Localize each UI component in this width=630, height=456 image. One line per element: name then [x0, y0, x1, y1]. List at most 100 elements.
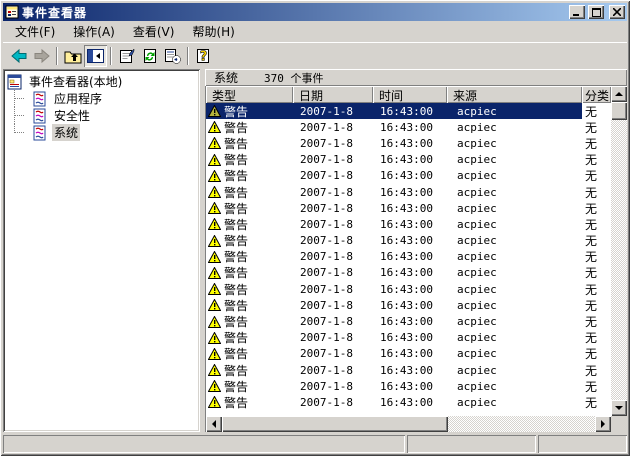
cell-type: 警告 [206, 265, 293, 281]
triangle-up-icon [615, 92, 623, 96]
cell-category: 无 [582, 362, 611, 378]
cell-category: 无 [582, 249, 611, 265]
sidebar-item-root[interactable]: 事件查看器(本地) [7, 73, 198, 90]
table-row[interactable]: 警告 2007-1-8 16:43:00 acpiec 无 [206, 346, 611, 362]
cell-date: 2007-1-8 [293, 313, 373, 329]
cell-time: 16:43:00 [373, 103, 447, 119]
cell-time: 16:43:00 [373, 378, 447, 394]
table-row[interactable]: 警告 2007-1-8 16:43:00 acpiec 无 [206, 330, 611, 346]
table-row[interactable]: 警告 2007-1-8 16:43:00 acpiec 无 [206, 135, 611, 151]
cell-category: 无 [582, 313, 611, 329]
warning-icon [208, 283, 221, 295]
event-rows: 警告 2007-1-8 16:43:00 acpiec 无 警告 2007-1-… [206, 103, 611, 411]
cell-category: 无 [582, 119, 611, 135]
console-root-icon [7, 74, 23, 90]
table-row[interactable]: 警告 2007-1-8 16:43:00 acpiec 无 [206, 184, 611, 200]
cell-type-label: 警告 [224, 378, 248, 394]
cell-type-label: 警告 [224, 103, 248, 119]
table-row[interactable]: 警告 2007-1-8 16:43:00 acpiec 无 [206, 216, 611, 232]
cell-category: 无 [582, 103, 611, 119]
cell-category: 无 [582, 346, 611, 362]
scroll-down-button[interactable] [611, 400, 627, 416]
export-list-icon [164, 48, 181, 64]
table-row[interactable]: 警告 2007-1-8 16:43:00 acpiec 无 [206, 265, 611, 281]
table-row[interactable]: 警告 2007-1-8 16:43:00 acpiec 无 [206, 152, 611, 168]
warning-icon [208, 105, 221, 117]
event-viewer-icon [5, 5, 19, 19]
table-row[interactable]: 警告 2007-1-8 16:43:00 acpiec 无 [206, 168, 611, 184]
table-row[interactable]: 警告 2007-1-8 16:43:00 acpiec 无 [206, 249, 611, 265]
scroll-right-button[interactable] [595, 416, 611, 432]
cell-type: 警告 [206, 216, 293, 232]
cell-source: acpiec [447, 216, 582, 232]
cell-type: 警告 [206, 152, 293, 168]
sidebar-item-system[interactable]: 系统 [7, 124, 198, 141]
show-hide-console-tree-button[interactable] [84, 45, 107, 67]
help-icon: ? [196, 48, 212, 64]
column-header-category[interactable]: 分类 [582, 86, 611, 103]
cell-time: 16:43:00 [373, 265, 447, 281]
cell-source: acpiec [447, 152, 582, 168]
column-header-time[interactable]: 时间 [373, 86, 447, 103]
sidebar-item-application[interactable]: 应用程序 [7, 90, 198, 107]
cell-type: 警告 [206, 346, 293, 362]
menu-action[interactable]: 操作(A) [65, 21, 123, 42]
cell-type-label: 警告 [224, 119, 248, 135]
column-header-source[interactable]: 来源 [447, 86, 582, 103]
column-header-type[interactable]: 类型 [206, 86, 293, 103]
column-header-date[interactable]: 日期 [293, 86, 373, 103]
cell-category: 无 [582, 184, 611, 200]
back-button[interactable] [7, 45, 30, 67]
export-list-button[interactable] [161, 45, 184, 67]
titlebar[interactable]: 事件查看器 [3, 3, 627, 21]
warning-icon [208, 316, 221, 328]
table-row[interactable]: 警告 2007-1-8 16:43:00 acpiec 无 [206, 362, 611, 378]
event-log-icon [32, 91, 48, 107]
warning-icon [208, 396, 221, 408]
cell-category: 无 [582, 281, 611, 297]
vertical-scrollbar[interactable] [611, 86, 627, 416]
maximize-button[interactable] [588, 5, 604, 19]
table-row[interactable]: 警告 2007-1-8 16:43:00 acpiec 无 [206, 103, 611, 119]
cell-type: 警告 [206, 394, 293, 410]
menu-file[interactable]: 文件(F) [7, 21, 63, 42]
cell-date: 2007-1-8 [293, 103, 373, 119]
up-level-button[interactable] [61, 45, 84, 67]
warning-icon [208, 364, 221, 376]
status-pane [407, 435, 536, 453]
refresh-button[interactable] [138, 45, 161, 67]
horizontal-scrollbar[interactable] [206, 416, 611, 432]
table-row[interactable]: 警告 2007-1-8 16:43:00 acpiec 无 [206, 378, 611, 394]
cell-type-label: 警告 [224, 297, 248, 313]
scroll-left-button[interactable] [206, 416, 222, 432]
warning-icon [208, 380, 221, 392]
forward-button [30, 45, 53, 67]
sidebar-item-security[interactable]: 安全性 [7, 107, 198, 124]
scroll-up-button[interactable] [611, 86, 627, 102]
table-row[interactable]: 警告 2007-1-8 16:43:00 acpiec 无 [206, 394, 611, 410]
cell-type: 警告 [206, 135, 293, 151]
status-pane [3, 435, 405, 453]
warning-icon [208, 121, 221, 133]
cell-time: 16:43:00 [373, 168, 447, 184]
help-button[interactable]: ? [192, 45, 215, 67]
vertical-scroll-thumb[interactable] [611, 102, 627, 120]
menu-view[interactable]: 查看(V) [125, 21, 183, 42]
table-row[interactable]: 警告 2007-1-8 16:43:00 acpiec 无 [206, 281, 611, 297]
cell-date: 2007-1-8 [293, 200, 373, 216]
properties-button[interactable] [115, 45, 138, 67]
cell-time: 16:43:00 [373, 313, 447, 329]
horizontal-scroll-thumb[interactable] [222, 416, 448, 432]
menu-help[interactable]: 帮助(H) [184, 21, 242, 42]
table-row[interactable]: 警告 2007-1-8 16:43:00 acpiec 无 [206, 313, 611, 329]
cell-type-label: 警告 [224, 313, 248, 329]
table-row[interactable]: 警告 2007-1-8 16:43:00 acpiec 无 [206, 200, 611, 216]
table-row[interactable]: 警告 2007-1-8 16:43:00 acpiec 无 [206, 119, 611, 135]
table-row[interactable]: 警告 2007-1-8 16:43:00 acpiec 无 [206, 297, 611, 313]
toolbar-separator [110, 47, 112, 65]
minimize-button[interactable] [569, 5, 585, 19]
cell-category: 无 [582, 394, 611, 410]
close-button[interactable] [609, 5, 625, 19]
table-row[interactable]: 警告 2007-1-8 16:43:00 acpiec 无 [206, 233, 611, 249]
sidebar-item-label: 事件查看器(本地) [27, 73, 124, 90]
